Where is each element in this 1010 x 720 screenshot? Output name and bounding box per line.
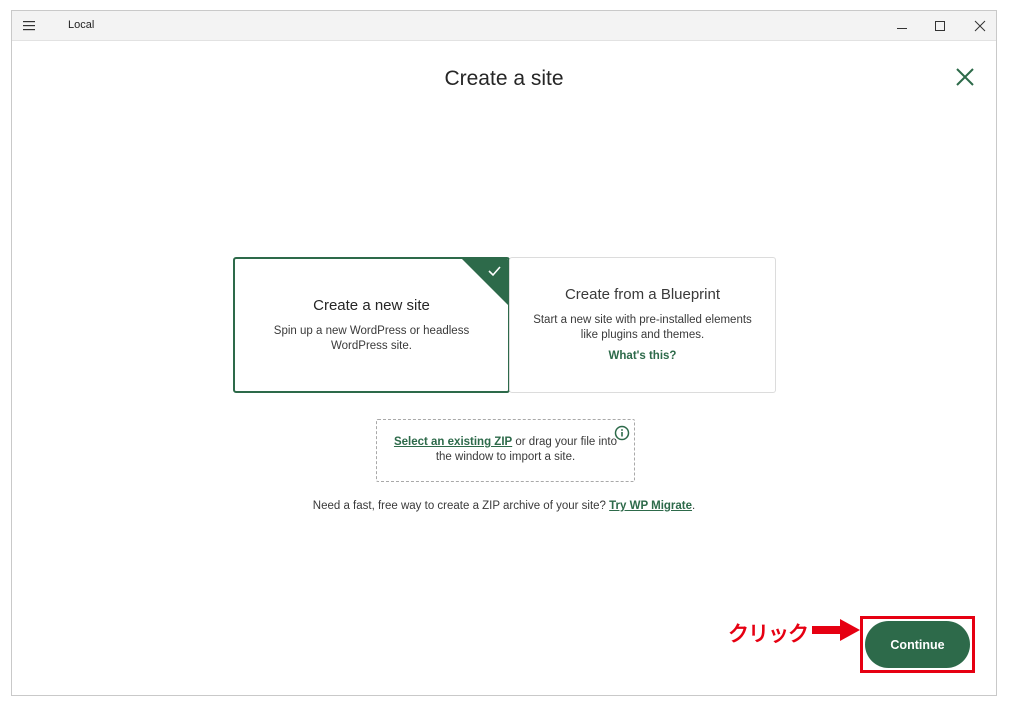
maximize-icon[interactable] bbox=[930, 16, 950, 36]
minimize-icon[interactable] bbox=[892, 16, 912, 36]
try-wp-migrate-link[interactable]: Try WP Migrate bbox=[609, 500, 692, 512]
migrate-suffix: . bbox=[692, 500, 696, 512]
title-bar: Local bbox=[12, 11, 996, 41]
migrate-hint: Need a fast, free way to create a ZIP ar… bbox=[12, 500, 996, 512]
page-title: Create a site bbox=[444, 67, 564, 90]
info-icon[interactable] bbox=[614, 425, 630, 441]
app-window: Local Create a site Create a new site Sp… bbox=[11, 10, 997, 696]
option-description: Spin up a new WordPress or headless Word… bbox=[273, 325, 470, 352]
arrow-right-icon bbox=[810, 617, 862, 643]
zip-drop-zone[interactable]: Select an existing ZIP or drag your file… bbox=[376, 419, 635, 482]
hamburger-menu-icon[interactable] bbox=[21, 18, 39, 34]
continue-button[interactable]: Continue bbox=[865, 621, 970, 668]
close-icon[interactable] bbox=[953, 65, 977, 89]
option-card-new-site[interactable]: Create a new site Spin up a new WordPres… bbox=[233, 257, 510, 393]
select-zip-link[interactable]: Select an existing ZIP bbox=[394, 436, 512, 448]
option-title: Create a new site bbox=[313, 297, 430, 314]
option-card-blueprint[interactable]: Create from a Blueprint Start a new site… bbox=[509, 257, 776, 393]
option-description: Start a new site with pre-installed elem… bbox=[533, 314, 752, 341]
click-annotation-label: クリック bbox=[728, 623, 809, 646]
whats-this-link[interactable]: What's this? bbox=[510, 350, 775, 362]
app-title: Local bbox=[68, 19, 95, 31]
migrate-text: Need a fast, free way to create a ZIP ar… bbox=[312, 500, 610, 512]
option-title: Create from a Blueprint bbox=[564, 286, 721, 303]
close-window-icon[interactable] bbox=[970, 16, 990, 36]
zip-drop-text: Select an existing ZIP or drag your file… bbox=[389, 435, 622, 465]
